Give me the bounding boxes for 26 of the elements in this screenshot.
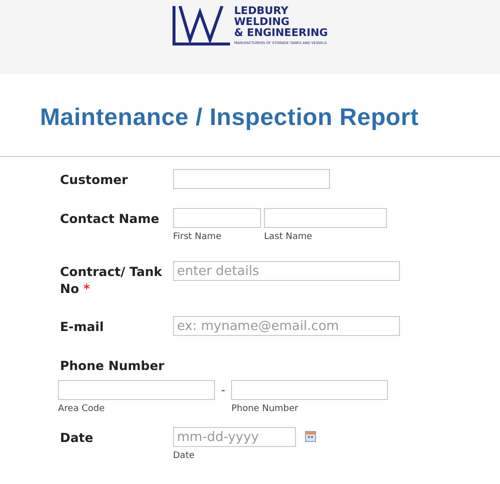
field-sublabel: Date bbox=[173, 451, 196, 461]
field-label: Contact Name bbox=[60, 210, 160, 228]
logo-text: & ENGINEERING bbox=[234, 28, 328, 39]
field-label: Contract/ Tank No * bbox=[60, 263, 164, 297]
input-field[interactable] bbox=[231, 380, 388, 400]
field-label: Phone Number bbox=[60, 357, 166, 374]
field-sublabel: Phone Number bbox=[231, 404, 300, 414]
field-label: Customer bbox=[60, 171, 129, 189]
field-label: E-mail bbox=[60, 318, 105, 336]
input-field[interactable] bbox=[173, 169, 330, 189]
input-field[interactable]: ex: myname@email.com bbox=[173, 316, 400, 336]
field-sublabel: First Name bbox=[173, 232, 222, 242]
field-label: Date bbox=[60, 429, 94, 447]
w-logo-icon bbox=[172, 6, 232, 46]
input-field[interactable]: enter details bbox=[173, 261, 400, 281]
date-field[interactable]: mm-dd-yyyy bbox=[173, 427, 296, 447]
form-title: Maintenance / Inspection Report bbox=[40, 104, 420, 132]
input-field[interactable] bbox=[173, 208, 261, 228]
separator-text: - bbox=[220, 382, 226, 399]
input-field[interactable] bbox=[264, 208, 387, 228]
logo-text: WELDING bbox=[234, 17, 291, 28]
logo-text: LEDBURY bbox=[234, 6, 290, 17]
field-sublabel: Last Name bbox=[264, 232, 314, 242]
calendar-icon[interactable] bbox=[305, 431, 316, 442]
field-sublabel: Area Code bbox=[58, 404, 106, 414]
input-field[interactable] bbox=[58, 380, 215, 400]
